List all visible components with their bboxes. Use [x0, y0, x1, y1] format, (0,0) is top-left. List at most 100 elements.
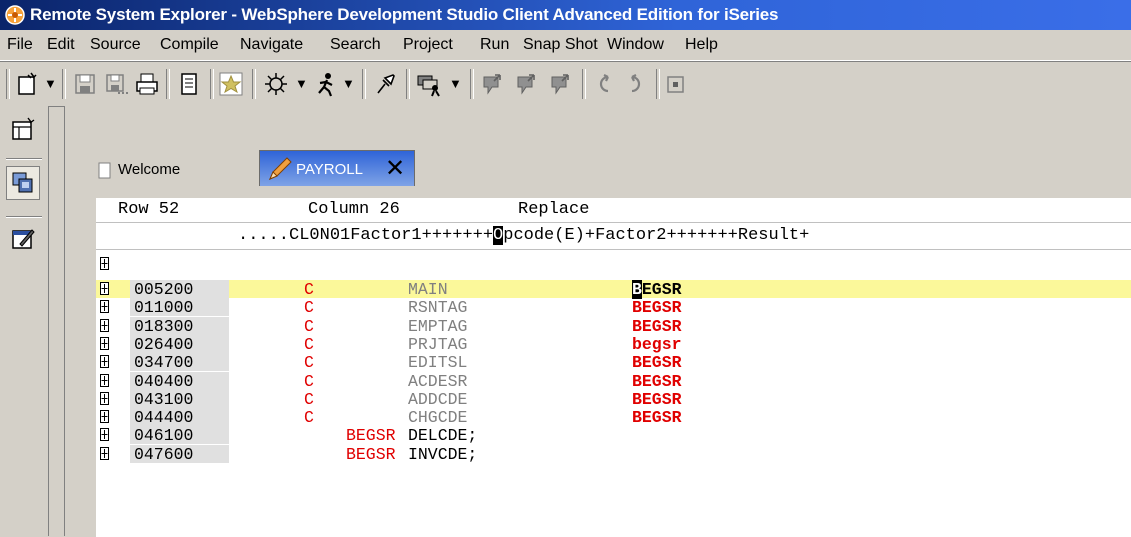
- open-perspective-icon[interactable]: [10, 116, 36, 142]
- step-over-icon[interactable]: [514, 71, 540, 97]
- forward-icon[interactable]: [624, 71, 648, 97]
- menu-search[interactable]: Search: [330, 36, 381, 54]
- save-all-icon[interactable]: [104, 71, 130, 97]
- expand-plus-icon: [100, 410, 109, 424]
- expand-plus-icon: [100, 391, 109, 405]
- rse-app-icon: [5, 5, 25, 25]
- editor-status-line: Row 52 Column 26 Replace: [96, 198, 1131, 222]
- perspective-separator: [6, 216, 42, 218]
- ruler-cursor: O: [493, 226, 504, 245]
- sequence-number: 005200: [134, 280, 194, 299]
- sequence-number: 040400: [134, 371, 194, 391]
- factor1: ACDESR: [408, 371, 468, 391]
- sequence-number: 011000: [134, 298, 194, 318]
- opcode: BEGSR: [632, 316, 682, 336]
- menu-help[interactable]: Help: [685, 36, 718, 54]
- factor1: PRJTAG: [408, 334, 468, 354]
- code-line[interactable]: 011000 C RSNTAG BEGSR: [96, 298, 1131, 318]
- subroutine-name: INVCDE;: [408, 444, 478, 464]
- toolbar-separator: [406, 69, 410, 99]
- code-line[interactable]: 005200 C MAIN BEGSR: [96, 280, 1131, 299]
- run-icon[interactable]: [313, 71, 339, 97]
- tab-welcome[interactable]: Welcome: [88, 156, 233, 186]
- code-line[interactable]: 047600 BEGSR INVCDE;: [96, 444, 1131, 464]
- cursor-row: Row 52: [118, 200, 180, 219]
- step-into-icon[interactable]: [480, 71, 506, 97]
- chevron-down-icon[interactable]: ▼: [44, 76, 57, 91]
- opcode: BEGSR: [632, 408, 682, 428]
- expand-plus-icon: [100, 282, 109, 295]
- toolbar-separator: [470, 69, 474, 99]
- expand-plus-icon: [100, 257, 109, 270]
- pencil-edit-icon: [269, 157, 292, 180]
- tab-payroll[interactable]: PAYROLL ✕: [259, 150, 415, 186]
- toolbar-separator: [656, 69, 660, 99]
- code-line[interactable]: 043100 C ADDCDE BEGSR: [96, 389, 1131, 409]
- debug-icon[interactable]: [262, 71, 290, 97]
- bookmark-icon[interactable]: [218, 71, 244, 97]
- menu-file[interactable]: File: [7, 36, 33, 54]
- format-ruler: .....CL0N01Factor1+++++++Opcode(E)+Facto…: [96, 222, 1131, 250]
- chevron-down-icon[interactable]: ▼: [295, 76, 308, 91]
- sequence-number: 046100: [134, 426, 194, 446]
- sequence-number: 043100: [134, 389, 194, 409]
- perspective-bar: [0, 106, 49, 536]
- factor1: EDITSL: [408, 353, 468, 373]
- sequence-number: 047600: [134, 444, 194, 464]
- spec-type: C: [304, 389, 314, 409]
- code-line[interactable]: 026400 C PRJTAG begsr: [96, 334, 1131, 354]
- opcode: begsr: [632, 334, 682, 354]
- expand-plus-icon: [100, 355, 109, 369]
- menu-window[interactable]: Window: [607, 36, 664, 54]
- chevron-down-icon[interactable]: ▼: [449, 76, 462, 91]
- step-return-icon[interactable]: [548, 71, 574, 97]
- open-file-icon[interactable]: [176, 71, 202, 97]
- remote-connect-icon[interactable]: [414, 71, 444, 97]
- pin-icon[interactable]: [372, 71, 398, 97]
- free-form-keyword: BEGSR: [346, 444, 396, 464]
- spec-type: C: [304, 371, 314, 391]
- toolbar-separator: [362, 69, 366, 99]
- save-icon[interactable]: [72, 71, 98, 97]
- close-icon[interactable]: ✕: [385, 154, 405, 182]
- window-title: Remote System Explorer - WebSphere Devel…: [30, 5, 779, 24]
- print-icon[interactable]: [134, 71, 160, 97]
- expand-plus-icon: [100, 446, 109, 460]
- menu-bar: File Edit Source Compile Navigate Search…: [0, 30, 1131, 61]
- menu-snap-shot[interactable]: Snap Shot: [523, 36, 598, 54]
- ruler-suffix: pcode(E)+Factor2+++++++Result+: [503, 226, 810, 245]
- window-title-bar: Remote System Explorer - WebSphere Devel…: [0, 0, 1131, 30]
- opcode: BEGSR: [632, 371, 682, 391]
- chevron-down-icon[interactable]: ▼: [342, 76, 355, 91]
- menu-edit[interactable]: Edit: [47, 36, 75, 54]
- sequence-number: 026400: [134, 334, 194, 354]
- perspective-separator: [6, 158, 42, 160]
- factor1: CHGCDE: [408, 408, 468, 428]
- toolbar-separator: [166, 69, 170, 99]
- code-line[interactable]: 034700 C EDITSL BEGSR: [96, 353, 1131, 373]
- code-line[interactable]: 018300 C EMPTAG BEGSR: [96, 316, 1131, 336]
- toolbar-separator: [6, 69, 10, 99]
- remote-systems-perspective-button[interactable]: [6, 166, 40, 200]
- menu-project[interactable]: Project: [403, 36, 453, 54]
- new-wizard-icon[interactable]: [14, 71, 40, 97]
- back-icon[interactable]: [592, 71, 616, 97]
- menu-run[interactable]: Run: [480, 36, 509, 54]
- toolbar: ▼ ▼ ▼ ▼: [0, 61, 1131, 107]
- code-line[interactable]: 046100 BEGSR DELCDE;: [96, 426, 1131, 446]
- menu-navigate[interactable]: Navigate: [240, 36, 303, 54]
- opcode-rest: EGSR: [641, 280, 682, 299]
- menu-source[interactable]: Source: [90, 36, 141, 54]
- code-line[interactable]: 040400 C ACDESR BEGSR: [96, 371, 1131, 391]
- remote-systems-perspective-icon: [12, 172, 33, 193]
- spec-type: C: [304, 280, 314, 299]
- menu-compile[interactable]: Compile: [160, 36, 219, 54]
- code-line[interactable]: 044400 C CHGCDE BEGSR: [96, 408, 1131, 428]
- factor1: MAIN: [408, 280, 448, 299]
- factor1: RSNTAG: [408, 298, 468, 318]
- stop-icon[interactable]: [664, 71, 688, 97]
- code-line-empty[interactable]: [96, 252, 1131, 274]
- lpex-editor-perspective-icon[interactable]: [10, 226, 36, 252]
- expand-plus-icon: [100, 318, 109, 332]
- toolbar-separator: [252, 69, 256, 99]
